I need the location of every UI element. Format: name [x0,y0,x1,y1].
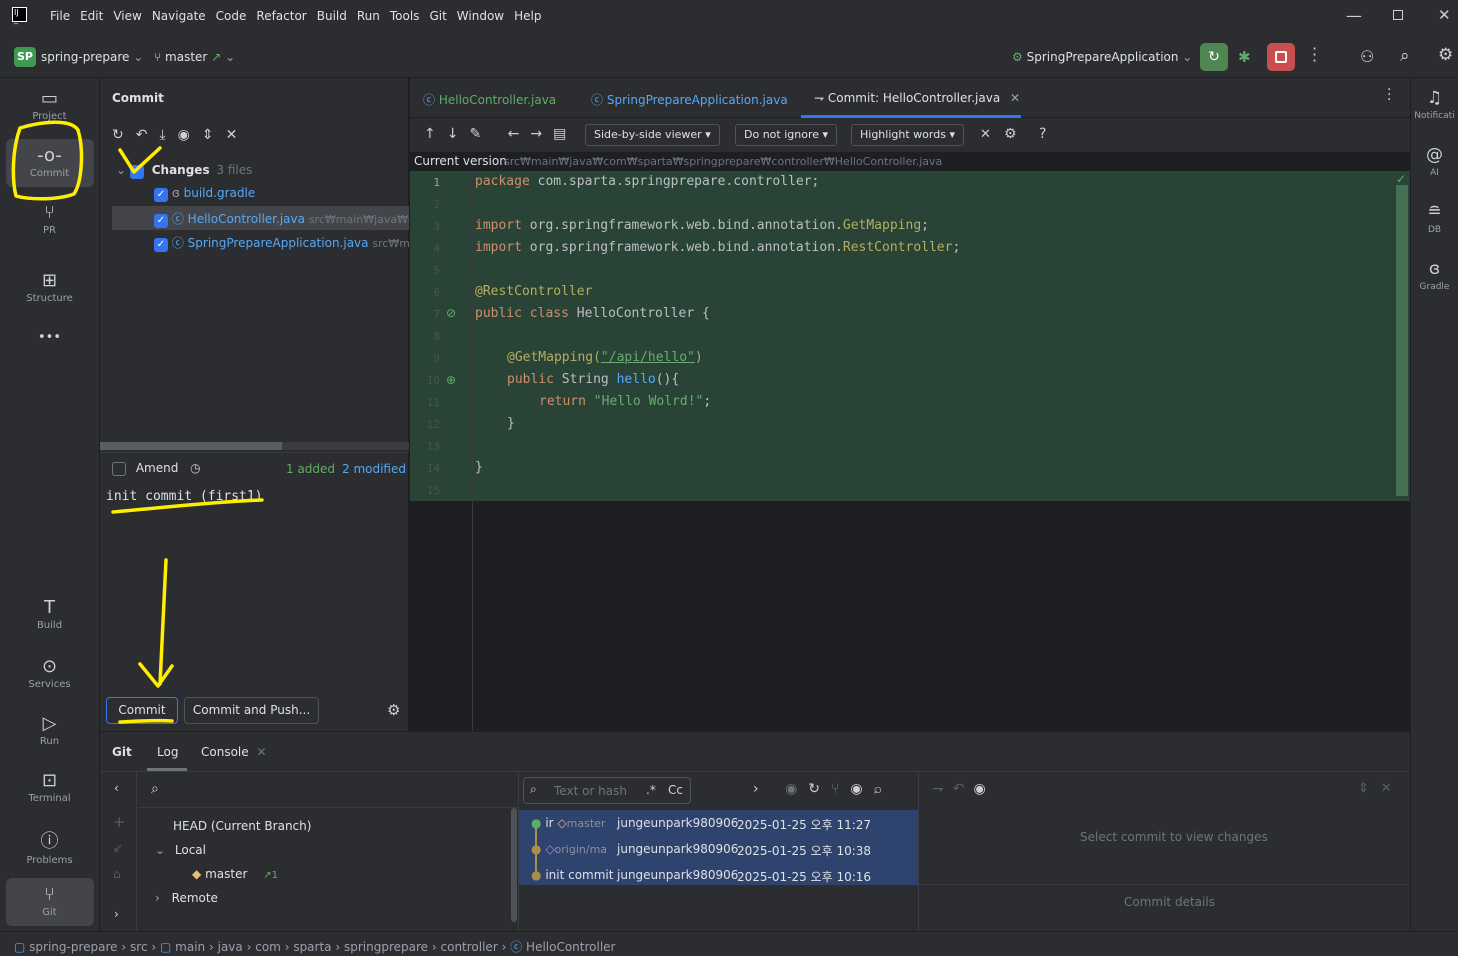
checkmark [118,146,162,174]
commit-tool-circle [11,120,84,201]
down-arrow [138,558,174,688]
commit-button-underline [118,718,174,724]
hand-drawn-annotations [11,120,264,724]
message-underline [111,498,264,514]
